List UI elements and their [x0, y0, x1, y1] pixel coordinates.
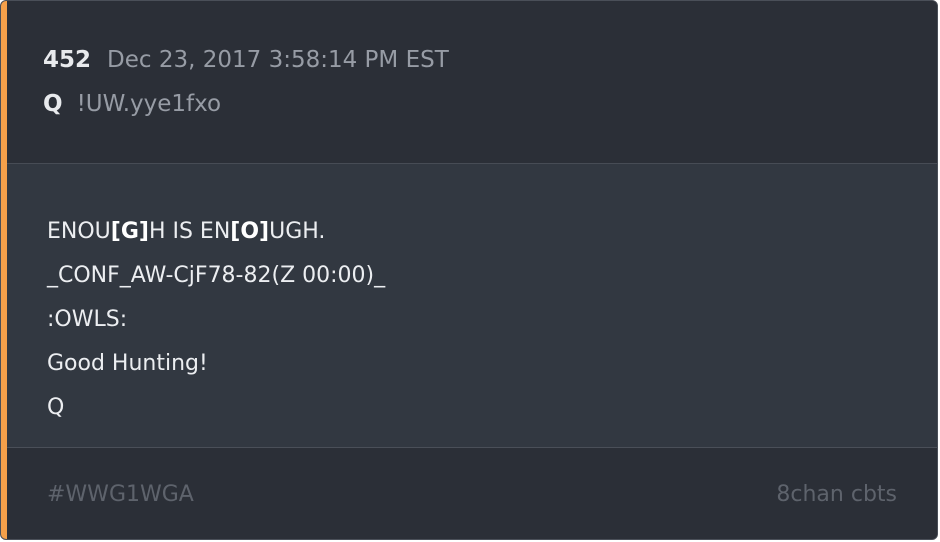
message-line: ENOU[G]H IS EN[O]UGH.	[47, 210, 385, 254]
author-tripcode: !UW.yye1fxo	[76, 91, 222, 117]
message-line: :OWLS:	[47, 307, 128, 332]
post-header: 452 Dec 23, 2017 3:58:14 PM EST Q !UW.yy…	[7, 1, 937, 164]
post-footer: #WWG1WGA 8chan cbts	[7, 448, 937, 539]
post-meta-line: 452 Dec 23, 2017 3:58:14 PM EST	[43, 47, 449, 73]
message-line: Q	[47, 395, 65, 420]
hashtag: #WWG1WGA	[47, 482, 194, 507]
post-body: ENOU[G]H IS EN[O]UGH. _CONF_AW-CjF78-82(…	[7, 164, 937, 448]
message-line: _CONF_AW-CjF78-82(Z 00:00)_	[47, 263, 386, 288]
source-label: 8chan cbts	[776, 482, 897, 507]
post-card: 452 Dec 23, 2017 3:58:14 PM EST Q !UW.yy…	[0, 0, 938, 540]
post-number[interactable]: 452	[43, 47, 91, 73]
message-segment: UGH.	[269, 219, 326, 244]
message-segment: ENOU	[47, 219, 111, 244]
message-line: Good Hunting!	[47, 351, 208, 376]
author-line: Q !UW.yye1fxo	[43, 91, 221, 117]
post-timestamp: Dec 23, 2017 3:58:14 PM EST	[107, 47, 449, 73]
message-segment: H IS EN	[148, 219, 231, 244]
message-text: ENOU[G]H IS EN[O]UGH. _CONF_AW-CjF78-82(…	[47, 210, 385, 430]
author-name: Q	[43, 91, 63, 117]
message-highlight: [G]	[110, 219, 149, 244]
message-highlight: [O]	[230, 219, 270, 244]
